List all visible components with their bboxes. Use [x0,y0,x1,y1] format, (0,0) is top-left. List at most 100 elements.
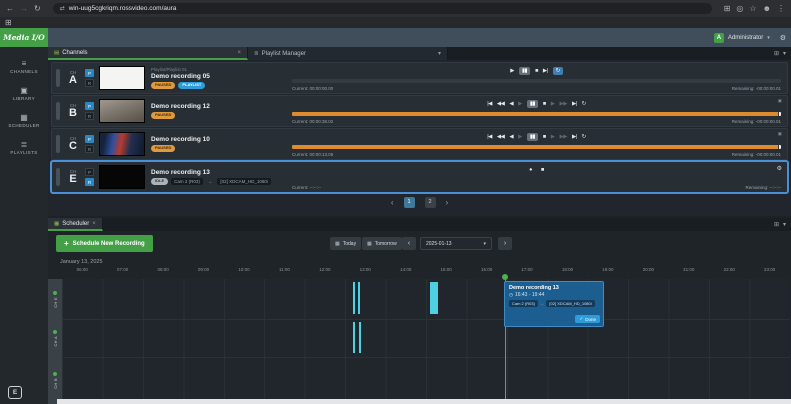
tab-playlist-manager[interactable]: ≣ Playlist Manager ▾ [248,47,448,60]
past-recording-marker[interactable] [430,282,438,314]
layout-icon[interactable]: ⊞ [774,50,779,57]
past-recording-marker[interactable] [359,322,361,353]
page-prev-icon[interactable]: ‹ [391,198,394,207]
forward-icon[interactable]: → [20,4,28,13]
record-mode-button[interactable]: R [85,79,94,87]
reload-icon[interactable]: ↻ [34,4,41,13]
channel-row-e[interactable]: CH E P R Demo recording 13 IDLE Cam 2 (R… [51,161,788,193]
layout-icon[interactable]: ⊞ [774,221,779,228]
play-mode-button[interactable]: P [85,102,94,110]
back-icon[interactable]: ← [6,4,14,13]
drag-handle[interactable] [56,102,60,120]
done-button[interactable]: ✓ Done [575,315,600,323]
stop-button[interactable]: ■ [535,68,538,74]
chevron-down-icon[interactable]: ▾ [783,50,786,57]
pause-button[interactable]: ▮▮ [526,99,538,108]
video-thumbnail [99,165,145,189]
stop-button[interactable]: ■ [543,134,546,140]
progress-bar[interactable] [292,145,781,149]
date-prev-button[interactable]: ‹ [402,237,416,250]
fast-forward-button[interactable]: ▶▶ [559,134,567,140]
stop-button[interactable]: ■ [543,101,546,107]
bottom-scrollbar[interactable] [57,399,791,404]
loop-button[interactable]: ↻ [582,134,587,140]
record-mode-button[interactable]: R [85,112,94,120]
source-output: [02] XDCAM_HD_1080i [217,178,271,185]
past-recording-marker[interactable] [353,322,355,353]
play-button[interactable]: ▶ [518,134,522,140]
channel-settings-gear-icon[interactable]: ⚙ [777,165,782,172]
prev-button[interactable]: |◀ [487,134,492,140]
scheduled-event[interactable]: Demo recording 13 ◷ 16:43 - 19:44 Cam 2 … [504,281,604,327]
rewind-button[interactable]: ◀◀ [497,101,505,107]
play-mode-button[interactable]: P [85,69,94,77]
expand-icon[interactable]: ▣ [778,131,782,137]
expand-icon[interactable]: ▣ [778,98,782,104]
next-button[interactable]: ▶| [543,68,548,74]
play-button[interactable]: ▶ [518,101,522,107]
loop-button[interactable]: ↻ [552,66,563,75]
url-bar[interactable]: ⇄ win-uug5cgkriqm.rossvideo.com/aura [52,3,712,14]
remaining-time: Remaining: -00:00:00.01 [731,119,781,124]
next-button[interactable]: ▶| [572,134,577,140]
close-icon[interactable]: × [92,221,96,227]
tab-channels[interactable]: ▤ Channels × [48,47,248,60]
past-recording-marker[interactable] [353,282,355,314]
sidebar-item-channels[interactable]: ≡ CHANNELS [0,60,48,75]
channel-row-b[interactable]: CH B P R Demo recording 12 PAUSED |◀ ◀◀ … [51,95,788,127]
user-avatar[interactable]: A [713,32,724,43]
drag-handle[interactable] [56,168,60,186]
step-forward-button[interactable]: ▶ [551,134,555,140]
browser-menu-icon[interactable]: ⋮ [777,4,785,13]
play-button[interactable]: ▶ [510,68,514,74]
record-mode-button[interactable]: R [85,145,94,153]
next-button[interactable]: ▶| [572,101,577,107]
play-mode-button[interactable]: P [85,168,94,176]
close-icon[interactable]: × [237,50,241,56]
today-button[interactable]: ▦ Today [330,237,362,250]
user-menu-caret-icon[interactable]: ▾ [767,35,770,41]
channel-row-a[interactable]: CH A P R Playlist/Playlist 01 Demo recor… [51,62,788,94]
record-mode-button[interactable]: R [85,178,94,186]
stop-button[interactable]: ■ [541,167,544,173]
page-2-button[interactable]: 2 [424,196,436,208]
search-icon[interactable]: ◎ [736,4,743,13]
date-picker[interactable]: 2025-01-13 ▾ [420,237,492,250]
step-back-button[interactable]: ◀ [509,134,513,140]
tomorrow-button[interactable]: ▦ Tomorrow [362,237,402,250]
schedule-new-recording-button[interactable]: + Schedule New Recording [56,235,153,252]
past-recording-marker[interactable] [358,282,360,314]
settings-gear-icon[interactable]: ⚙ [780,34,786,42]
bookmark-star-icon[interactable]: ☆ [749,4,756,13]
bookmarks-bar: ⊞ [0,17,791,28]
rewind-button[interactable]: ◀◀ [497,134,505,140]
play-mode-button[interactable]: P [85,135,94,143]
prev-button[interactable]: |◀ [487,101,492,107]
user-name[interactable]: Administrator [728,35,763,41]
sidebar-item-playlists[interactable]: ≣ PLAYLISTS [0,141,48,156]
site-info-icon[interactable]: ⇄ [60,5,65,13]
sidebar-item-scheduler[interactable]: ▦ SCHEDULER [0,114,48,129]
sidebar-item-library[interactable]: ▣ LIBRARY [0,87,48,102]
pause-button[interactable]: ▮▮ [526,132,538,141]
extensions-icon[interactable]: ⊞ [724,4,731,13]
fast-forward-button[interactable]: ▶▶ [559,101,567,107]
channel-row-c[interactable]: CH C P R Demo recording 10 PAUSED |◀ ◀◀ … [51,128,788,160]
drag-handle[interactable] [56,135,60,153]
chevron-down-icon[interactable]: ▾ [783,221,786,228]
page-1-button[interactable]: 1 [403,196,415,208]
profile-icon[interactable]: ☻ [763,4,771,13]
record-button[interactable]: ● [529,167,532,173]
loop-button[interactable]: ↻ [582,101,587,107]
step-back-button[interactable]: ◀ [509,101,513,107]
date-next-button[interactable]: › [498,237,512,250]
chevron-down-icon[interactable]: ▾ [438,50,441,57]
tab-scheduler[interactable]: ▦ Scheduler × [48,218,103,231]
apps-icon[interactable]: ⊞ [5,18,12,27]
page-next-icon[interactable]: › [446,198,449,207]
drag-handle[interactable] [56,69,60,87]
step-forward-button[interactable]: ▶ [551,101,555,107]
progress-bar[interactable] [292,79,781,83]
pause-button[interactable]: ▮▮ [519,66,531,75]
progress-bar[interactable] [292,112,781,116]
